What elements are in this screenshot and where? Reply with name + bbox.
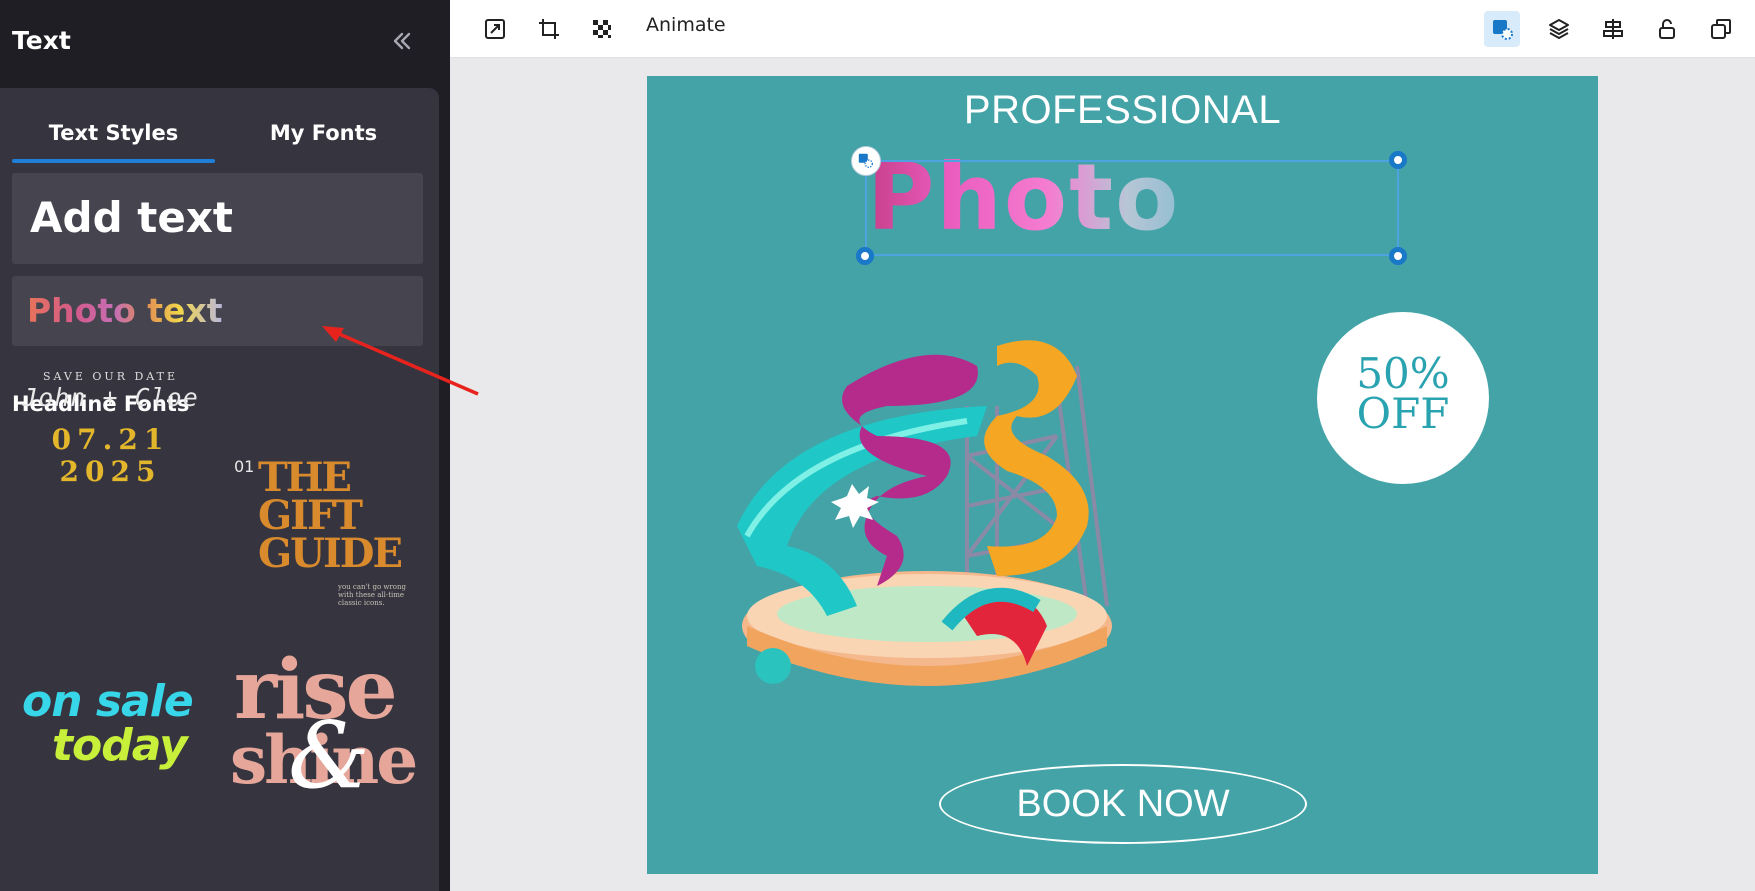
add-text-button[interactable]: Add text [12,173,423,264]
font-tile-on-sale[interactable]: on sale today [22,680,212,790]
font-tile-gift-guide[interactable]: 01 THE GIFT GUIDE you can't go wrong wit… [232,455,417,615]
tile-ampersand-text: & [288,702,370,809]
sidebar-title: Text [12,26,71,55]
sidebar-header: Text [0,0,450,88]
tile-today-text: today [52,720,188,771]
professional-headline[interactable]: PROFESSIONAL [647,88,1598,133]
tile-gift-subtext: you can't go wrong with these all-time c… [338,583,406,607]
book-now-button[interactable]: BOOK NOW [939,764,1307,844]
design-canvas[interactable]: PROFESSIONAL Photo text 50% OFF BOOK NOW [647,76,1598,874]
discount-percent-text: 50% [1356,349,1450,398]
lock-icon[interactable] [1649,11,1685,47]
tile-number-text: 01 [234,457,255,476]
tile-save-date-text: SAVE OUR DATE [43,370,178,383]
font-tile-rise-shine[interactable]: rise shine & [230,649,420,809]
photo-fill-badge-icon[interactable] [851,146,881,176]
align-icon[interactable] [1595,11,1631,47]
discount-off-text: OFF [1356,389,1450,438]
discount-badge[interactable]: 50% OFF [1317,312,1489,484]
tile-gift-line3: GUIDE [258,530,403,577]
text-sidebar: Text Text Styles My Fonts Add text Photo… [0,0,450,891]
collapse-sidebar-icon[interactable] [388,28,414,54]
duplicate-icon[interactable] [1703,11,1739,47]
magic-resize-icon[interactable] [477,11,513,47]
add-text-label: Add text [30,193,233,242]
water-slide-illustration[interactable] [727,326,1147,706]
tab-my-fonts[interactable]: My Fonts [222,108,425,158]
photo-text-button[interactable]: Photo text [12,276,423,346]
tile-names-text: John + Cloe [22,383,199,412]
tab-text-styles[interactable]: Text Styles [12,108,215,163]
tile-gift-guide-text: THE GIFT GUIDE [258,458,403,577]
top-toolbar: Animate [450,0,1755,58]
resize-handle-bottom-right[interactable] [1389,247,1407,265]
resize-handle-bottom-left[interactable] [856,247,874,265]
selection-box [865,160,1399,256]
transparency-icon[interactable] [584,11,620,47]
tab-bar: Text Styles My Fonts [12,108,428,163]
font-tile-save-the-date[interactable]: SAVE OUR DATE John + Cloe 07.21 2025 [18,370,203,530]
layers-icon[interactable] [1541,11,1577,47]
tile-date-text: 07.21 [51,423,170,456]
photo-fill-icon[interactable] [1484,11,1520,47]
photo-text-label: Photo text [27,291,223,330]
crop-icon[interactable] [531,11,567,47]
animate-button[interactable]: Animate [646,14,726,36]
resize-handle-top-right[interactable] [1389,151,1407,169]
tile-year-text: 2025 [59,455,162,488]
tile-on-sale-text: on sale [22,676,194,727]
